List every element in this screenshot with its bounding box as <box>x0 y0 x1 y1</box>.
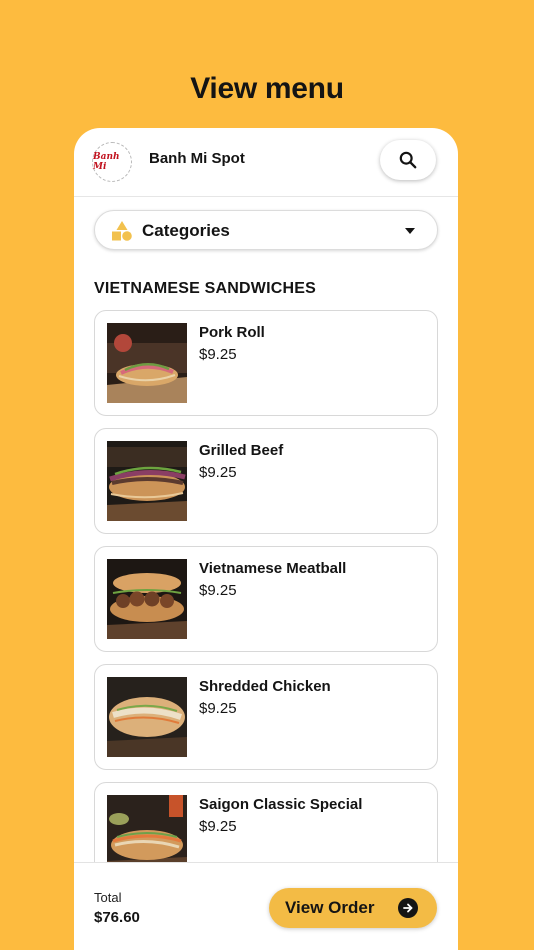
menu-card: Banh Mi Banh Mi Spot Categories VIETNAME… <box>74 128 458 950</box>
shapes-icon <box>112 221 132 241</box>
item-photo <box>107 677 187 757</box>
item-price: $9.25 <box>199 464 237 481</box>
menu-item[interactable]: Vietnamese Meatball $9.25 <box>94 546 438 652</box>
categories-dropdown[interactable]: Categories <box>94 210 438 250</box>
order-footer: Total $76.60 View Order <box>74 862 458 950</box>
menu-item[interactable]: Shredded Chicken $9.25 <box>94 664 438 770</box>
item-price: $9.25 <box>199 700 237 717</box>
item-price: $9.25 <box>199 582 237 599</box>
menu-item[interactable]: Saigon Classic Special $9.25 <box>94 782 438 862</box>
total-value: $76.60 <box>94 909 140 926</box>
arrow-right-icon <box>398 898 418 918</box>
item-photo <box>107 441 187 521</box>
item-photo <box>107 323 187 403</box>
menu-item[interactable]: Grilled Beef $9.25 <box>94 428 438 534</box>
item-photo <box>107 559 187 639</box>
restaurant-name: Banh Mi Spot <box>149 150 245 167</box>
total-label: Total <box>94 890 122 905</box>
view-order-label: View Order <box>285 898 375 917</box>
item-name: Vietnamese Meatball <box>199 560 347 577</box>
restaurant-logo: Banh Mi <box>92 142 132 182</box>
page-title: View menu <box>190 72 344 105</box>
item-price: $9.25 <box>199 818 237 835</box>
menu-header: Banh Mi Banh Mi Spot <box>74 128 458 197</box>
menu-list: Pork Roll $9.25 Grilled Beef $9.25 Vietn… <box>94 310 438 862</box>
search-icon <box>399 151 417 169</box>
search-button[interactable] <box>380 140 436 180</box>
item-name: Pork Roll <box>199 324 265 341</box>
categories-label: Categories <box>142 221 230 240</box>
section-title: VIETNAMESE SANDWICHES <box>94 280 316 297</box>
item-photo <box>107 795 187 862</box>
item-name: Shredded Chicken <box>199 678 331 695</box>
item-name: Saigon Classic Special <box>199 796 363 813</box>
caret-down-icon <box>405 228 415 234</box>
menu-item[interactable]: Pork Roll $9.25 <box>94 310 438 416</box>
item-name: Grilled Beef <box>199 442 284 459</box>
view-order-button[interactable]: View Order <box>269 888 437 928</box>
item-price: $9.25 <box>199 346 237 363</box>
logo-text: Banh Mi <box>93 152 120 172</box>
